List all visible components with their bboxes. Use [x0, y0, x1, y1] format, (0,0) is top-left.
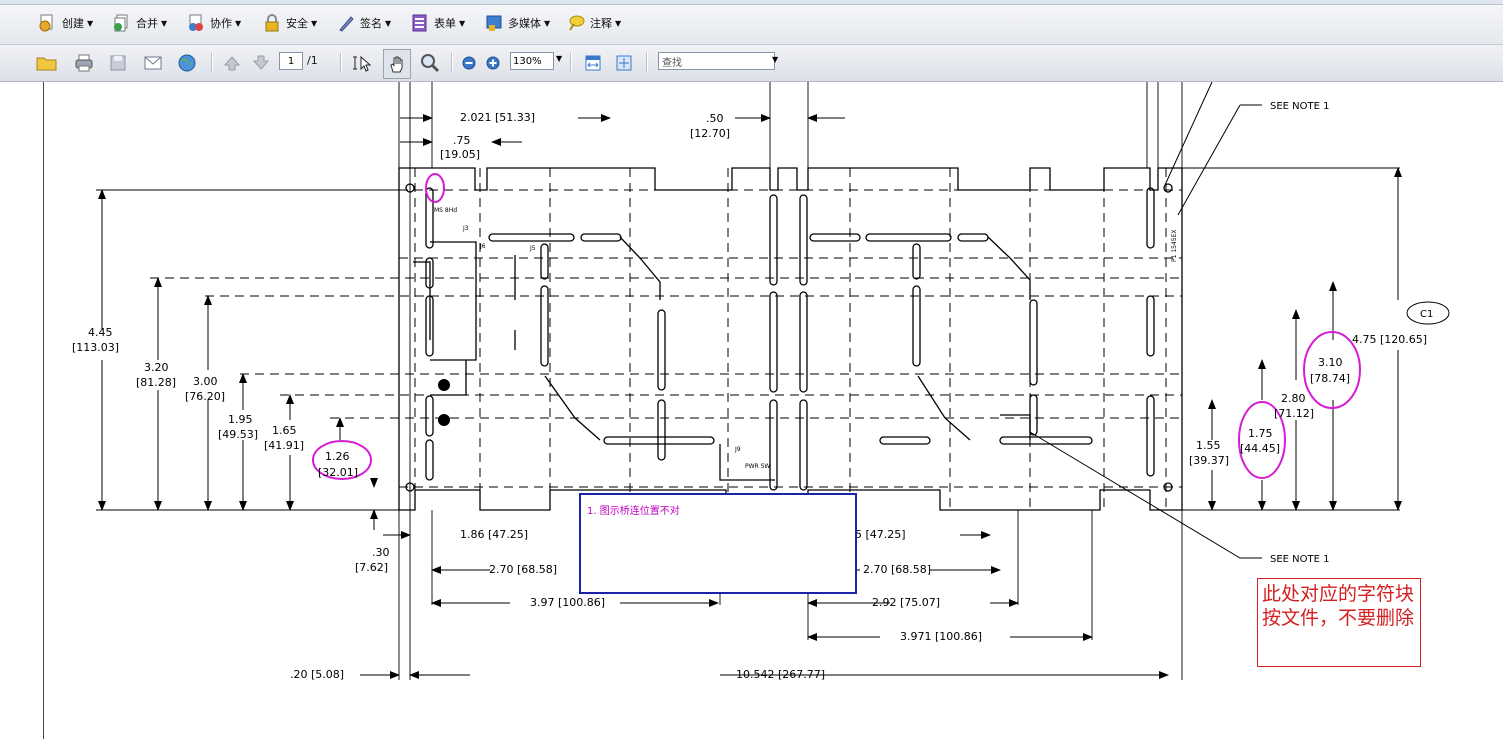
drawing-outline [150, 167, 1183, 511]
dim-4-45: 4.45 [88, 326, 113, 339]
dim-3-10: 3.10 [1318, 356, 1343, 369]
label-j6: J6 [479, 243, 486, 250]
part-number-label: P1 1545EX [1171, 229, 1178, 262]
dim-3-97: 3.97 [100.86] [530, 596, 605, 609]
dim-4-45-mm: [113.03] [72, 341, 119, 354]
mounting-dot [438, 414, 450, 426]
label-j5: J5 [529, 245, 536, 252]
label-j3: J3 [462, 225, 469, 232]
dim-47-25-right: 5 [47.25] [855, 528, 906, 541]
see-note-bottom: SEE NOTE 1 [1270, 554, 1329, 565]
dim-1-65-mm: [41.91] [264, 439, 304, 452]
label-pwr-sw: PWR SW [745, 463, 770, 470]
dim-1-55-mm: [39.37] [1189, 454, 1229, 467]
dim-2-70-right: 2.70 [68.58] [863, 563, 931, 576]
dim-2-021: 2.021 [51.33] [460, 111, 535, 124]
dim-3-00: 3.00 [193, 375, 218, 388]
dim-3-20-mm: [81.28] [136, 376, 176, 389]
label-ms: MS 8Hd [434, 207, 457, 214]
dim-3-20: 3.20 [144, 361, 169, 374]
dim-1-75-mm: [44.45] [1240, 442, 1280, 455]
dim-1-75: 1.75 [1248, 427, 1273, 440]
dim-2-80-mm: [71.12] [1274, 407, 1314, 420]
dim-2-80: 2.80 [1281, 392, 1306, 405]
see-note-top: SEE NOTE 1 [1270, 101, 1329, 112]
dim-075-mm: [19.05] [440, 148, 480, 161]
dim-020: .20 [5.08] [290, 668, 344, 681]
dim-10-542: 10.542 [267.77] [736, 668, 825, 681]
dim-030-mm: [7.62] [355, 561, 388, 574]
comment-annotation[interactable]: 1. 图示桥连位置不对 [579, 493, 857, 594]
dim-030: .30 [372, 546, 390, 559]
dim-2-92: 2.92 [75.07] [872, 596, 940, 609]
dim-1-95: 1.95 [228, 413, 253, 426]
dim-1-26: 1.26 [325, 450, 350, 463]
dim-1-55: 1.55 [1196, 439, 1221, 452]
comment-text: 1. 图示桥连位置不对 [587, 506, 680, 517]
dim-050: .50 [706, 112, 724, 125]
dim-3-00-mm: [76.20] [185, 390, 225, 403]
dim-4-75: 4.75 [120.65] [1352, 333, 1427, 346]
note-annotation[interactable]: 此处对应的字符块按文件，不要删除 [1257, 578, 1421, 667]
dim-3-10-mm: [78.74] [1310, 372, 1350, 385]
dim-1-95-mm: [49.53] [218, 428, 258, 441]
dim-1-26-mm: [32.01] [318, 466, 358, 479]
label-j9: J9 [734, 446, 741, 453]
mounting-dot [438, 379, 450, 391]
dim-2-70-left: 2.70 [68.58] [489, 563, 557, 576]
dim-050-mm: [12.70] [690, 127, 730, 140]
dim-075: .75 [453, 134, 471, 147]
dim-3-971: 3.971 [100.86] [900, 630, 982, 643]
dim-1-65: 1.65 [272, 424, 297, 437]
dim-1-86: 1.86 [47.25] [460, 528, 528, 541]
c1-label: C1 [1420, 309, 1433, 320]
note-text: 此处对应的字符块按文件，不要删除 [1262, 583, 1415, 629]
